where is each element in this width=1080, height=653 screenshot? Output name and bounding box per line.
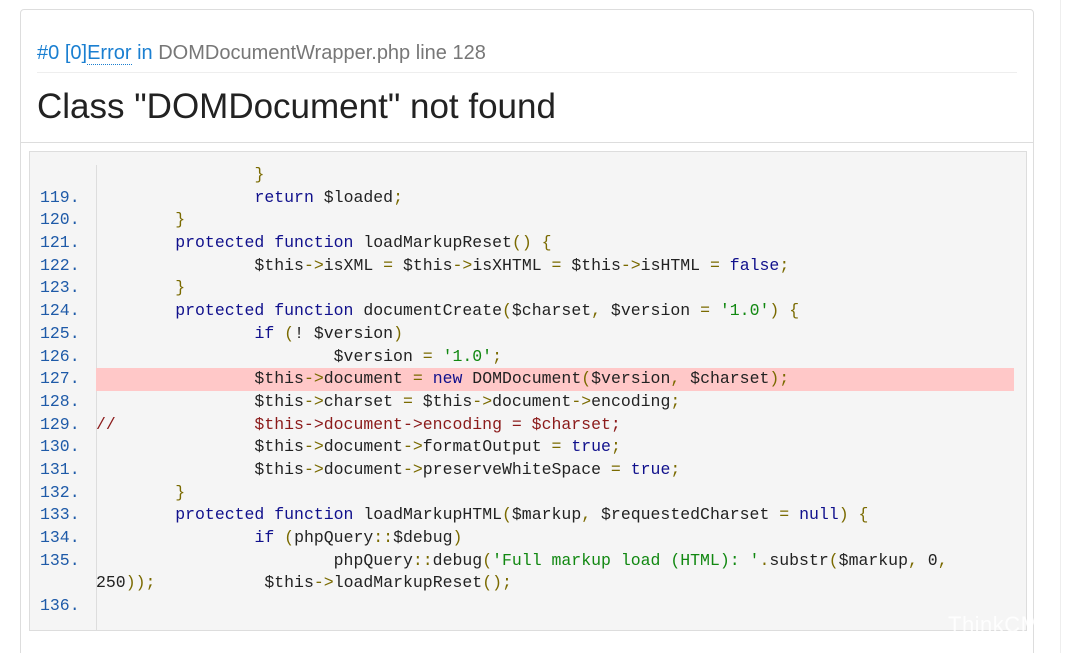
- line-number: 125.: [40, 323, 80, 343]
- line-number: 126.: [40, 346, 80, 366]
- line-number: 120.: [40, 210, 80, 230]
- line-code: $this->isXML = $this->isXHTML = $this->i…: [96, 255, 790, 275]
- line-number: 123.: [40, 278, 80, 298]
- line-number: 122.: [40, 255, 80, 275]
- line-code: protected function loadMarkupReset() {: [175, 233, 552, 253]
- error-location: #0 [0]Error in DOMDocumentWrapper.php li…: [37, 41, 486, 65]
- line-number: 119.: [40, 187, 80, 207]
- line-code: protected function loadMarkupHTML($marku…: [175, 505, 869, 525]
- watermark: ThinkCMF: [948, 612, 1054, 637]
- header-divider: [37, 72, 1017, 73]
- line-code: protected function documentCreate($chars…: [175, 301, 800, 321]
- line-code: $this->document->formatOutput = true;: [96, 437, 621, 457]
- line-number: 136.: [40, 596, 80, 616]
- error-line-number: 128: [452, 42, 486, 64]
- line-number: 133.: [40, 505, 80, 525]
- line-code: $version = '1.0';: [96, 346, 502, 366]
- line-code: phpQuery::debug('Full markup load (HTML)…: [96, 550, 948, 593]
- line-code: }: [254, 165, 265, 184]
- line-number: 134.: [40, 528, 80, 547]
- line-code: $this->charset = $this->document->encodi…: [96, 391, 681, 411]
- trace-index: #0: [37, 42, 60, 64]
- line-number: 121.: [40, 233, 80, 253]
- line-code: return $loaded;: [254, 187, 403, 207]
- line-code: // $this->document->encoding = $charset;: [96, 414, 621, 434]
- exception-panel: #0 [0]Error in DOMDocumentWrapper.php li…: [20, 9, 1034, 653]
- line-code: if (! $version): [254, 323, 403, 343]
- line-number: 135.: [40, 550, 80, 570]
- line-word: line: [415, 42, 447, 64]
- source-code-view: } 119. return $loaded; 120. } 121. protecte…: [29, 151, 1027, 631]
- line-code: }: [175, 482, 186, 502]
- page-scroll-edge: [1060, 0, 1061, 653]
- error-type-link[interactable]: Error: [87, 42, 132, 65]
- in-word: in: [137, 42, 153, 64]
- exception-header: #0 [0]Error in DOMDocumentWrapper.php li…: [21, 10, 1033, 143]
- error-file: DOMDocumentWrapper.php: [158, 42, 411, 64]
- line-code: }: [175, 278, 186, 298]
- line-number: 132.: [40, 482, 80, 502]
- error-message: Class "DOMDocument" not found: [37, 87, 556, 126]
- line-number: 124.: [40, 301, 80, 321]
- line-number: 127.: [40, 369, 80, 389]
- line-number: 129.: [40, 414, 80, 434]
- line-code: if (phpQuery::$debug): [254, 528, 463, 547]
- line-code: }: [175, 210, 186, 230]
- line-code: $this->document = new DOMDocument($versi…: [96, 368, 1014, 391]
- error-code: [0]: [64, 42, 88, 64]
- line-number: 131.: [40, 459, 80, 479]
- line-number: 130.: [40, 437, 80, 457]
- error-page: #0 [0]Error in DOMDocumentWrapper.php li…: [0, 0, 1080, 653]
- line-number: 128.: [40, 391, 80, 411]
- line-code: $this->document->preserveWhiteSpace = tr…: [96, 459, 681, 479]
